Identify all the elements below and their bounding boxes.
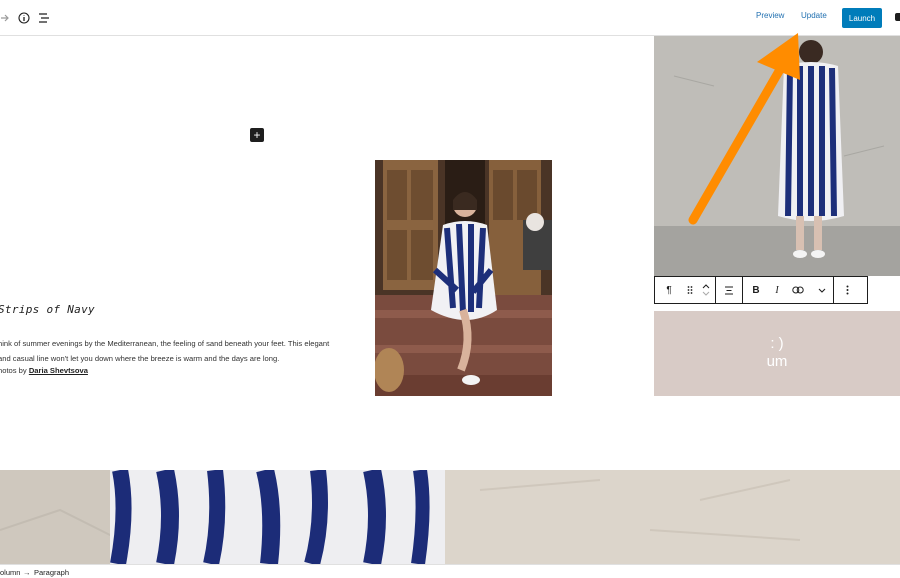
- settings-icon[interactable]: [895, 13, 900, 21]
- add-block-button[interactable]: +: [250, 128, 264, 142]
- editor-top-bar: Preview Update Launch: [0, 0, 900, 36]
- italic-button[interactable]: I: [769, 277, 785, 303]
- cover-text-line-2: um: [766, 353, 788, 370]
- update-button[interactable]: Update: [801, 11, 827, 20]
- drag-handle-icon[interactable]: [683, 277, 697, 303]
- block-toolbar: ¶ B I: [654, 276, 868, 304]
- cover-text-line-1: : ): [770, 335, 784, 352]
- cover-block[interactable]: : ) um: [654, 311, 900, 396]
- photographer-link[interactable]: Daria Shevtsova: [29, 366, 88, 375]
- more-options-icon[interactable]: [834, 277, 860, 303]
- image-woman-at-wall[interactable]: [654, 36, 900, 276]
- post-heading[interactable]: Strips of Navy: [0, 303, 95, 316]
- credit-prefix: hotos by: [0, 366, 29, 375]
- redo-icon[interactable]: [0, 0, 10, 36]
- image-woman-on-steps[interactable]: [375, 160, 552, 396]
- align-icon[interactable]: [716, 277, 742, 303]
- info-icon[interactable]: [17, 0, 31, 36]
- chevron-down-icon[interactable]: [811, 277, 833, 303]
- launch-button[interactable]: Launch: [842, 8, 882, 28]
- link-icon[interactable]: [785, 277, 811, 303]
- preview-button[interactable]: Preview: [756, 11, 784, 20]
- photo-credit[interactable]: hotos by Daria Shevtsova: [0, 366, 88, 375]
- image-striped-dress-closeup[interactable]: [0, 470, 900, 564]
- post-paragraph[interactable]: hink of summer evenings by the Mediterra…: [0, 336, 333, 366]
- list-view-icon[interactable]: [37, 0, 51, 36]
- paragraph-block-button[interactable]: ¶: [655, 277, 683, 303]
- breadcrumb-item-column[interactable]: olumn: [0, 568, 20, 577]
- block-breadcrumb: olumn → Paragraph: [0, 564, 900, 578]
- move-up-down-icon[interactable]: [697, 277, 715, 303]
- bold-button[interactable]: B: [743, 277, 769, 303]
- breadcrumb-separator-icon: →: [23, 568, 31, 577]
- breadcrumb-item-paragraph[interactable]: Paragraph: [34, 568, 69, 577]
